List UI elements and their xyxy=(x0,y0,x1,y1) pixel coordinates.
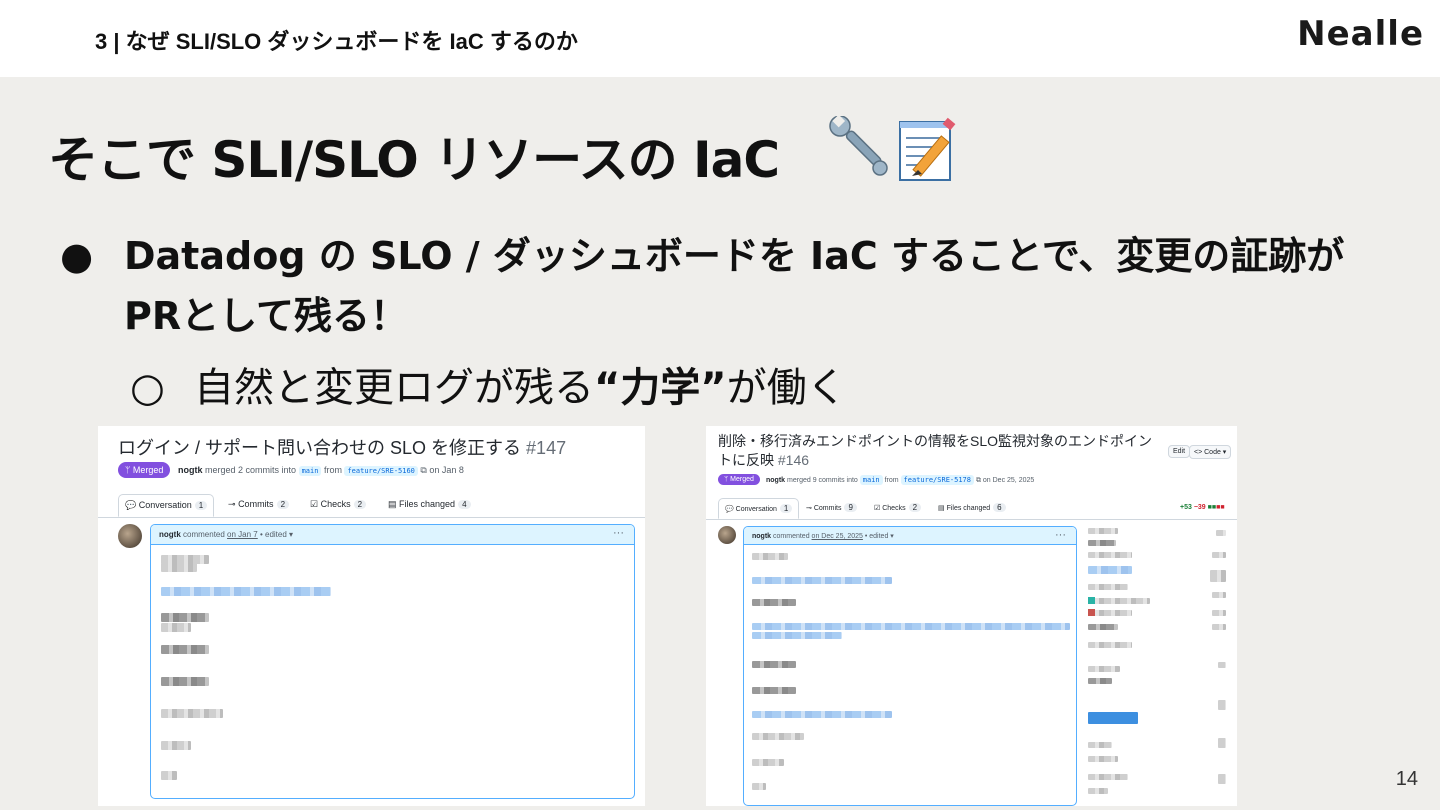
blurred-text xyxy=(752,783,766,790)
pr-tabs: 💬 Conversation 1 ⊸ Commits 9 ☑ Checks 2 ▤ F… xyxy=(706,496,1237,520)
wrench-icon xyxy=(829,116,888,176)
conversation-icon: 💬 xyxy=(125,500,137,510)
brand-logo: Nealle xyxy=(1297,14,1424,54)
blurred-text xyxy=(161,741,191,750)
page-number: 14 xyxy=(1395,768,1418,790)
blurred-text xyxy=(161,623,191,632)
files-icon: ▤ xyxy=(938,505,945,512)
copy-icon: ⧉ xyxy=(420,465,427,475)
pr-number: #147 xyxy=(526,438,567,458)
sub-bullet-suffix: が働く xyxy=(726,365,847,411)
merged-badge: ᛘ Merged xyxy=(718,474,760,485)
tab-commits[interactable]: ⊸ Commits 9 xyxy=(800,498,863,517)
pr-screenshot-147: ログイン / サポート問い合わせの SLO を修正する #147 ᛘ Merge… xyxy=(98,426,645,806)
section-breadcrumb: 3 | なぜ SLI/SLO ダッシュボードを IaC するのか xyxy=(95,29,578,54)
code-dropdown-button[interactable]: <> Code ▾ xyxy=(1189,445,1232,459)
comment-menu-icon[interactable]: ··· xyxy=(613,527,624,539)
pr-screenshot-146: 削除・移行済みエンドポイントの情報をSLO監視対象のエンドポイントに反映 #14… xyxy=(706,426,1237,806)
blurred-text xyxy=(161,613,209,622)
tab-conversation[interactable]: 💬 Conversation 1 xyxy=(718,498,800,519)
pr-title: ログイン / サポート問い合わせの SLO を修正する #147 xyxy=(118,438,567,458)
memo-pencil-icon xyxy=(899,117,956,181)
commits-icon: ⊸ xyxy=(228,499,236,509)
tab-files-changed[interactable]: ▤ Files changed 4 xyxy=(382,494,477,515)
bullet-text: Datadog の SLO / ダッシュボードを IaC することで、変更の証跡… xyxy=(124,234,1345,338)
blurred-text xyxy=(161,645,209,654)
tab-commits[interactable]: ⊸ Commits 2 xyxy=(222,494,295,515)
blurred-text xyxy=(752,553,788,560)
blurred-link xyxy=(752,632,842,639)
pr-title: 削除・移行済みエンドポイントの情報をSLO監視対象のエンドポイントに反映 #14… xyxy=(718,433,1153,468)
blurred-text xyxy=(752,759,784,766)
bullet-marker: ● xyxy=(60,234,94,278)
files-icon: ▤ xyxy=(388,499,397,509)
pr-merge-meta: nogtk merged 9 commits into main from fe… xyxy=(766,475,1035,485)
blurred-text xyxy=(161,709,223,718)
blurred-text xyxy=(752,661,796,668)
comment-header: nogtk commented on Jan 7 • edited ▾ ··· xyxy=(151,525,634,545)
copy-icon: ⧉ xyxy=(975,477,981,484)
pr-tabs: 💬 Conversation 1 ⊸ Commits 2 ☑ Checks 2 ▤ F… xyxy=(98,492,645,518)
blurred-text xyxy=(752,733,804,740)
blurred-link xyxy=(752,623,1070,630)
comment-menu-icon[interactable]: ··· xyxy=(1055,529,1066,541)
edit-button[interactable]: Edit xyxy=(1168,445,1191,458)
tab-checks[interactable]: ☑ Checks 2 xyxy=(868,498,927,517)
bullet-level2: ○ 自然と変更ログが残る“力学”が働く xyxy=(130,355,847,413)
conversation-icon: 💬 xyxy=(725,506,734,513)
checks-icon: ☑ xyxy=(874,505,881,512)
blurred-link xyxy=(752,711,892,718)
tab-files-changed[interactable]: ▤ Files changed 6 xyxy=(932,498,1012,517)
comment-box: nogtk commented on Jan 7 • edited ▾ ··· xyxy=(150,524,635,799)
sub-bullet-prefix: 自然と変更ログが残る xyxy=(194,365,594,411)
slide-title: そこで SLI/SLO リソースの IaC xyxy=(48,131,780,189)
sub-bullet-marker: ○ xyxy=(130,365,165,411)
blurred-text xyxy=(752,687,796,694)
blurred-text xyxy=(161,677,209,686)
title-icons xyxy=(829,116,956,181)
tab-checks[interactable]: ☑ Checks 2 xyxy=(304,494,372,515)
commits-icon: ⊸ xyxy=(806,505,812,512)
comment-header: nogtk commented on Dec 25, 2025 • edited… xyxy=(744,527,1076,545)
blurred-link xyxy=(752,577,892,584)
pr-merge-meta: nogtk merged 2 commits into main from fe… xyxy=(178,465,464,476)
sub-bullet-emphasis: “力学” xyxy=(594,365,727,411)
blurred-link xyxy=(161,587,331,596)
comment-box: nogtk commented on Dec 25, 2025 • edited… xyxy=(743,526,1077,806)
avatar xyxy=(718,526,736,544)
slide-header: 3 | なぜ SLI/SLO ダッシュボードを IaC するのか Nealle xyxy=(0,0,1440,77)
tab-conversation[interactable]: 💬 Conversation 1 xyxy=(118,494,215,517)
merged-badge: ᛘ Merged xyxy=(118,462,171,478)
blurred-text xyxy=(752,599,796,606)
blurred-text xyxy=(161,563,197,572)
pr-number: #146 xyxy=(777,452,810,468)
avatar xyxy=(118,524,142,548)
blurred-text xyxy=(161,771,177,780)
checks-icon: ☑ xyxy=(310,499,319,509)
diff-stat: +53 −39 ■■■■ xyxy=(1180,504,1225,511)
